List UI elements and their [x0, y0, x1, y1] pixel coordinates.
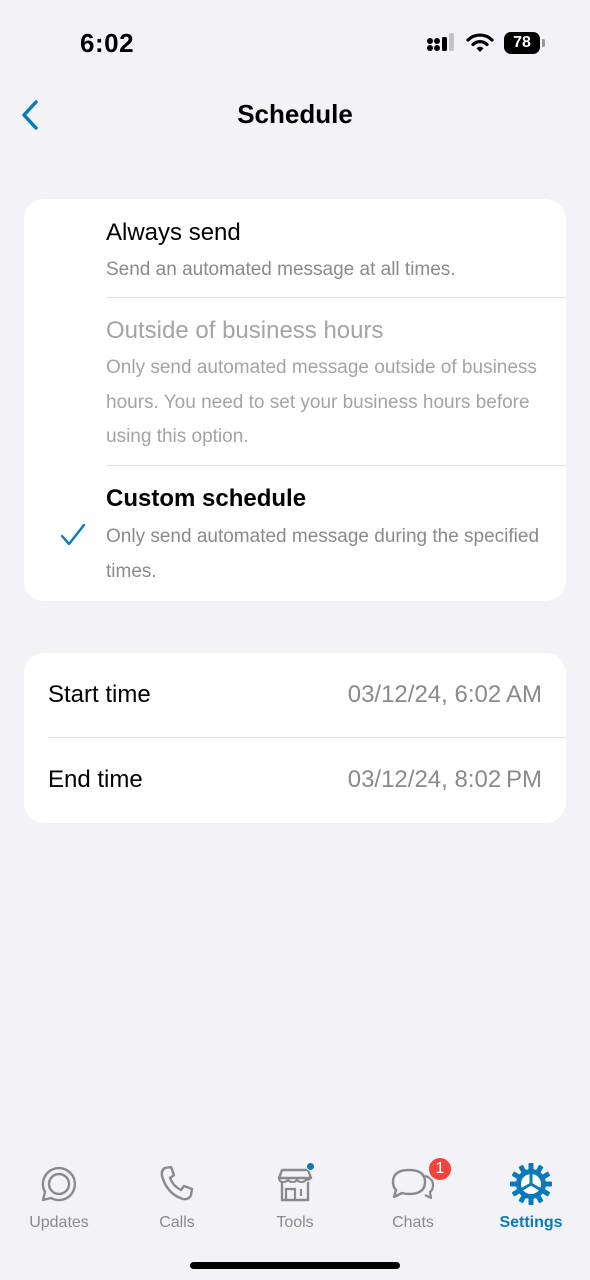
battery-level: 78: [513, 34, 531, 51]
option-title: Custom schedule: [106, 485, 307, 512]
end-time-value[interactable]: 03/12/24, 8:02 PM: [348, 766, 542, 794]
page-title: Schedule: [237, 99, 353, 129]
unread-badge: 1: [427, 1156, 453, 1182]
tab-chats[interactable]: 1 Chats: [354, 1156, 472, 1242]
notification-dot: [306, 1162, 315, 1171]
chat-bubbles-icon: 1: [391, 1156, 453, 1206]
option-description: Only send automated message during the s…: [106, 526, 540, 582]
end-time-label: End time: [48, 766, 143, 793]
tab-label: Chats: [392, 1214, 434, 1231]
option-custom-schedule[interactable]: Custom schedule Only send automated mess…: [24, 466, 566, 601]
start-time-value[interactable]: 03/12/24, 6:02 AM: [348, 681, 542, 709]
tab-label: Settings: [499, 1214, 563, 1231]
start-time-label: Start time: [48, 681, 151, 708]
tab-calls[interactable]: Calls: [118, 1162, 236, 1242]
schedule-screen: 6:02 78 Schedule Always send Send an aut…: [0, 0, 590, 1280]
start-time-row[interactable]: Start time 03/12/24, 6:02 AM: [24, 653, 566, 737]
phone-icon: [155, 1162, 199, 1206]
option-always-send[interactable]: Always send Send an automated message at…: [24, 199, 566, 297]
battery-icon: 78: [504, 32, 545, 54]
tab-tools[interactable]: Tools: [236, 1162, 354, 1242]
checkmark-icon: [60, 523, 86, 546]
status-time: 6:02: [80, 28, 135, 58]
cellular-signal-icon: [427, 33, 454, 51]
option-outside-business-hours[interactable]: Outside of business hours Only send auto…: [24, 298, 566, 465]
tab-label: Calls: [159, 1214, 195, 1231]
schedule-options-card: Always send Send an automated message at…: [24, 199, 566, 601]
option-description: Send an automated message at all times.: [106, 259, 456, 280]
option-title: Outside of business hours: [106, 317, 384, 344]
tab-settings[interactable]: Settings: [472, 1162, 590, 1242]
end-time-row[interactable]: End time 03/12/24, 8:02 PM: [24, 738, 566, 822]
option-title: Always send: [106, 219, 241, 246]
wifi-icon: [466, 33, 494, 52]
storefront-icon: [273, 1162, 317, 1206]
home-indicator[interactable]: [190, 1262, 400, 1269]
option-description: Only send automated message outside of b…: [106, 357, 537, 447]
tab-bar: Updates Calls Tools 1 Chats Settings: [0, 1150, 590, 1280]
gear-icon: [509, 1162, 553, 1206]
navigation-bar: Schedule: [0, 85, 590, 145]
status-icons: 78: [426, 32, 545, 54]
tab-updates[interactable]: Updates: [0, 1162, 118, 1242]
time-range-card: Start time 03/12/24, 6:02 AM End time 03…: [24, 653, 566, 823]
updates-icon: [37, 1162, 81, 1206]
tab-label: Tools: [276, 1214, 314, 1231]
tab-label: Updates: [29, 1214, 89, 1231]
status-bar: 6:02 78: [0, 0, 590, 90]
